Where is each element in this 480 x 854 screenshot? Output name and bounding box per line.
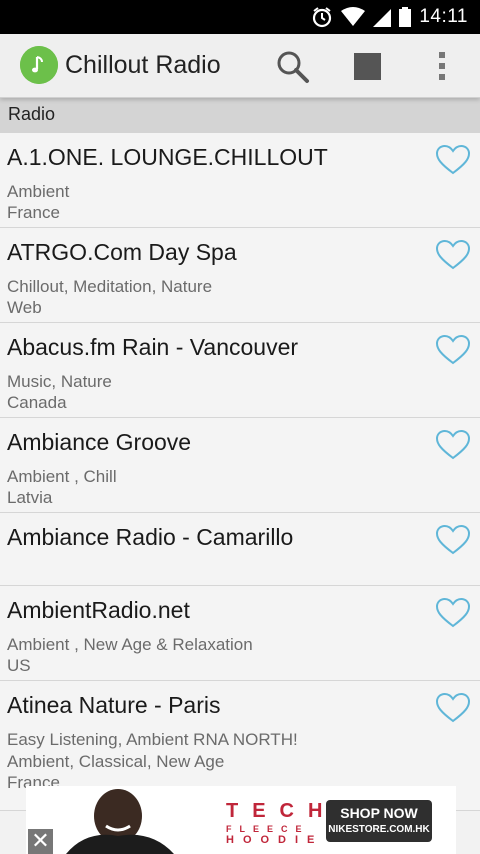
- station-genre: Music, Nature: [7, 372, 112, 391]
- overflow-menu-icon[interactable]: [432, 50, 452, 82]
- section-header: Radio: [0, 98, 480, 133]
- search-icon[interactable]: [274, 48, 310, 84]
- ad-cta-label: SHOP NOW: [340, 805, 418, 821]
- ad-product: HOODIE: [226, 834, 324, 846]
- station-country: Web: [7, 298, 42, 317]
- ad-banner[interactable]: TECH FLEECE HOODIE SHOP NOW NIKESTORE.CO…: [26, 786, 456, 854]
- station-country: US: [7, 656, 31, 675]
- station-name: AmbientRadio.net: [7, 597, 190, 623]
- station-genre: Ambient: [7, 182, 70, 201]
- station-name: Atinea Nature - Paris: [7, 692, 221, 718]
- station-genre: Easy Listening, Ambient RNA NORTH! Ambie…: [7, 730, 298, 771]
- station-genre: Ambient , New Age & Relaxation: [7, 635, 253, 654]
- station-row[interactable]: A.1.ONE. LOUNGE.CHILLOUT Ambient France: [0, 133, 480, 228]
- app-logo-icon[interactable]: [20, 46, 58, 84]
- section-label: Radio: [8, 104, 56, 124]
- ad-subline: FLEECE: [226, 824, 310, 834]
- ad-headline: TECH: [226, 800, 337, 822]
- station-genre: Ambient , Chill: [7, 467, 117, 486]
- ad-cta-url: NIKESTORE.COM.HK: [328, 824, 430, 835]
- station-row[interactable]: Abacus.fm Rain - Vancouver Music, Nature…: [0, 323, 480, 418]
- ad-shop-now-button[interactable]: SHOP NOW NIKESTORE.COM.HK: [326, 800, 432, 842]
- station-row[interactable]: Ambiance Groove Ambient , Chill Latvia: [0, 418, 480, 513]
- station-name: A.1.ONE. LOUNGE.CHILLOUT: [7, 144, 328, 170]
- station-country: Canada: [7, 393, 67, 412]
- station-name: ATRGO.Com Day Spa: [7, 239, 237, 265]
- app-title: Chillout Radio: [65, 51, 221, 79]
- station-name: Ambiance Radio - Camarillo: [7, 524, 294, 550]
- favorite-heart-icon[interactable]: [436, 598, 470, 628]
- favorite-heart-icon[interactable]: [436, 525, 470, 555]
- status-time: 14:11: [419, 6, 468, 27]
- stop-icon[interactable]: [354, 53, 381, 80]
- favorite-heart-icon[interactable]: [436, 693, 470, 723]
- signal-icon: [373, 9, 392, 27]
- station-row[interactable]: ATRGO.Com Day Spa Chillout, Meditation, …: [0, 228, 480, 323]
- station-country: France: [7, 203, 60, 222]
- station-list: A.1.ONE. LOUNGE.CHILLOUT Ambient France …: [0, 133, 480, 811]
- ad-model-image: [56, 786, 176, 854]
- favorite-heart-icon[interactable]: [436, 430, 470, 460]
- status-bar: 14:11: [0, 0, 480, 34]
- favorite-heart-icon[interactable]: [436, 240, 470, 270]
- action-bar: Chillout Radio: [0, 34, 480, 98]
- alarm-icon: [313, 7, 332, 28]
- battery-icon: [399, 7, 412, 27]
- station-row[interactable]: Ambiance Radio - Camarillo: [0, 513, 480, 586]
- favorite-heart-icon[interactable]: [436, 145, 470, 175]
- station-name: Abacus.fm Rain - Vancouver: [7, 334, 299, 360]
- station-genre: Chillout, Meditation, Nature: [7, 277, 213, 296]
- station-country: Latvia: [7, 488, 53, 507]
- wifi-icon: [341, 7, 366, 26]
- ad-close-button[interactable]: ✕: [28, 829, 53, 854]
- station-row[interactable]: AmbientRadio.net Ambient , New Age & Rel…: [0, 586, 480, 681]
- favorite-heart-icon[interactable]: [436, 335, 470, 365]
- station-name: Ambiance Groove: [7, 429, 192, 455]
